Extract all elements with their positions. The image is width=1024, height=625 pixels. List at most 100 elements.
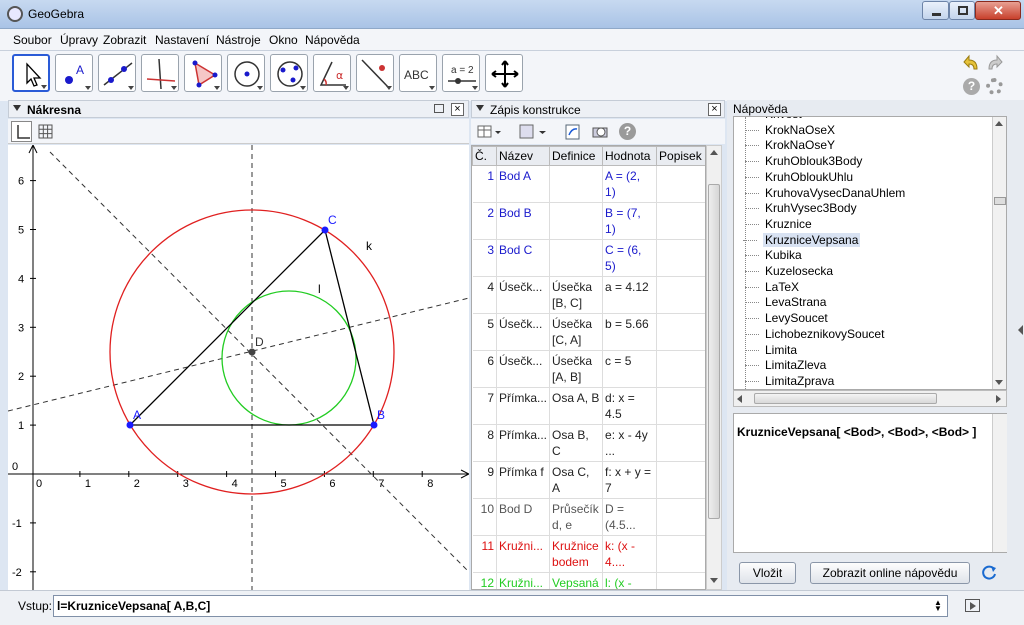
print-button[interactable]: [591, 123, 609, 141]
row-value[interactable]: b = 5.66: [602, 313, 658, 351]
scroll-up-icon[interactable]: [710, 150, 718, 155]
text-tool-button[interactable]: ABC: [399, 54, 437, 92]
row-caption[interactable]: [656, 424, 705, 462]
command-list-item[interactable]: KruhObloukUhlu: [745, 170, 853, 184]
row-definition[interactable]: Osa A, B: [549, 387, 604, 425]
scroll-right-icon[interactable]: [996, 395, 1001, 403]
slider-tool-button[interactable]: a = 2: [442, 54, 480, 92]
row-number[interactable]: 3: [472, 239, 497, 277]
row-definition[interactable]: Úsečka [A, B]: [549, 350, 604, 388]
row-number[interactable]: 11: [472, 535, 497, 573]
table-row[interactable]: 5 Úsečk... Úsečka [C, A] b = 5.66: [472, 313, 705, 351]
perpendicular-tool-button[interactable]: [141, 54, 179, 92]
close-graphics-button[interactable]: ×: [451, 103, 464, 116]
input-history-arrows-icon[interactable]: ▲ ▼: [934, 599, 942, 613]
table-row[interactable]: 3 Bod C C = (6, 5): [472, 239, 705, 277]
row-value[interactable]: A = (2, 1): [602, 165, 658, 203]
row-definition[interactable]: Osa B, C: [549, 424, 604, 462]
command-list-item[interactable]: KruhVysec3Body: [745, 201, 857, 215]
command-list-item[interactable]: LimitaZleva: [745, 358, 826, 372]
row-caption[interactable]: [656, 461, 705, 499]
row-value[interactable]: e: x - 4y ...: [602, 424, 658, 462]
row-caption[interactable]: [656, 498, 705, 536]
scroll-up-icon[interactable]: [995, 121, 1003, 126]
command-list-item[interactable]: KruzniceVepsana: [743, 232, 861, 247]
command-list-item[interactable]: LichobeznikovySoucet: [745, 327, 884, 341]
row-value[interactable]: D = (4.5...: [602, 498, 658, 536]
menu-upravy[interactable]: Úpravy: [60, 33, 98, 47]
row-name[interactable]: Bod B: [496, 202, 551, 240]
row-number[interactable]: 8: [472, 424, 497, 462]
row-caption[interactable]: [656, 313, 705, 351]
reflect-tool-button[interactable]: [356, 54, 394, 92]
insert-button[interactable]: Vložit: [739, 562, 796, 584]
command-list[interactable]: Křivost KrokNaOseXKrokNaOseY KruhOblouk3Bo…: [733, 116, 1007, 390]
table-row[interactable]: 8 Přímka... Osa B, Ce: x - 4y ...: [472, 424, 705, 462]
redo-button[interactable]: [985, 54, 1004, 73]
row-value[interactable]: c = 5: [602, 350, 658, 388]
row-name[interactable]: Kružni...: [496, 535, 551, 573]
command-list-item[interactable]: Limita: [745, 343, 797, 357]
command-list-scrollbar[interactable]: [992, 117, 1006, 389]
point-c[interactable]: [321, 226, 329, 234]
options-button[interactable]: [518, 123, 550, 141]
close-window-button[interactable]: ✕: [975, 1, 1021, 20]
scroll-left-icon[interactable]: [737, 395, 742, 403]
row-name[interactable]: Bod C: [496, 239, 551, 277]
row-value[interactable]: l: (x - 5....: [602, 572, 658, 589]
row-number[interactable]: 1: [472, 165, 497, 203]
columns-button[interactable]: [476, 123, 504, 141]
table-row[interactable]: 11 Kružni... Kružnice bodem k: (x - 4....: [472, 535, 705, 573]
row-definition[interactable]: Úsečka [C, A]: [549, 313, 604, 351]
col-header-definition[interactable]: Definice: [549, 146, 604, 166]
polygon-tool-button[interactable]: [184, 54, 222, 92]
row-name[interactable]: Přímka...: [496, 387, 551, 425]
scroll-thumb[interactable]: [754, 393, 937, 404]
row-number[interactable]: 12: [472, 572, 497, 589]
point-b[interactable]: [370, 421, 378, 429]
col-header-caption[interactable]: Popisek: [656, 146, 705, 166]
row-number[interactable]: 5: [472, 313, 497, 351]
settings-gear-icon[interactable]: [986, 78, 1003, 95]
table-row[interactable]: 10 Bod D Průsečík d, eD = (4.5...: [472, 498, 705, 536]
point-a[interactable]: [126, 421, 134, 429]
row-definition[interactable]: Osa C, A: [549, 461, 604, 499]
row-definition[interactable]: [549, 165, 604, 203]
row-definition[interactable]: Průsečík d, e: [549, 498, 604, 536]
refresh-button[interactable]: [980, 563, 998, 581]
row-definition[interactable]: [549, 239, 604, 277]
col-header-number[interactable]: Č.: [472, 146, 497, 166]
row-value[interactable]: k: (x - 4....: [602, 535, 658, 573]
table-row[interactable]: 7 Přímka... Osa A, Bd: x = 4.5: [472, 387, 705, 425]
undo-button[interactable]: [962, 54, 981, 73]
row-name[interactable]: Úsečk...: [496, 276, 551, 314]
command-list-item[interactable]: KruhovaVysecDanaUhlem: [745, 186, 905, 200]
row-number[interactable]: 6: [472, 350, 497, 388]
row-name[interactable]: Bod D: [496, 498, 551, 536]
scroll-thumb[interactable]: [994, 197, 1006, 205]
row-definition[interactable]: Kružnice bodem: [549, 535, 604, 573]
construction-table[interactable]: Č. Název Definice Hodnota Popisek 1 Bod A…: [471, 145, 706, 590]
row-caption[interactable]: [656, 350, 705, 388]
perpendicular-bisector-f[interactable]: [49, 151, 469, 573]
axes-toggle-button[interactable]: [11, 121, 32, 142]
row-caption[interactable]: [656, 276, 705, 314]
row-caption[interactable]: [656, 202, 705, 240]
angle-tool-button[interactable]: α: [313, 54, 351, 92]
point-tool-button[interactable]: A: [55, 54, 93, 92]
col-header-name[interactable]: Název: [495, 146, 551, 166]
row-value[interactable]: f: x + y = 7: [602, 461, 658, 499]
row-name[interactable]: Přímka f: [496, 461, 551, 499]
row-name[interactable]: Kružni...: [496, 572, 551, 589]
command-list-item[interactable]: Kruznice: [745, 217, 812, 231]
table-row[interactable]: 6 Úsečk... Úsečka [A, B] c = 5: [472, 350, 705, 388]
construction-help-icon[interactable]: ?: [619, 123, 636, 140]
command-list-item[interactable]: LimitaZprava: [745, 374, 834, 388]
scroll-down-icon[interactable]: [995, 380, 1003, 385]
row-value[interactable]: d: x = 4.5: [602, 387, 658, 425]
undock-icon[interactable]: [434, 104, 444, 113]
command-list-item[interactable]: LevySoucet: [745, 311, 828, 325]
point-d[interactable]: [248, 348, 256, 356]
menu-nastroje[interactable]: Nástroje: [216, 33, 261, 47]
close-construction-button[interactable]: ×: [708, 103, 721, 116]
